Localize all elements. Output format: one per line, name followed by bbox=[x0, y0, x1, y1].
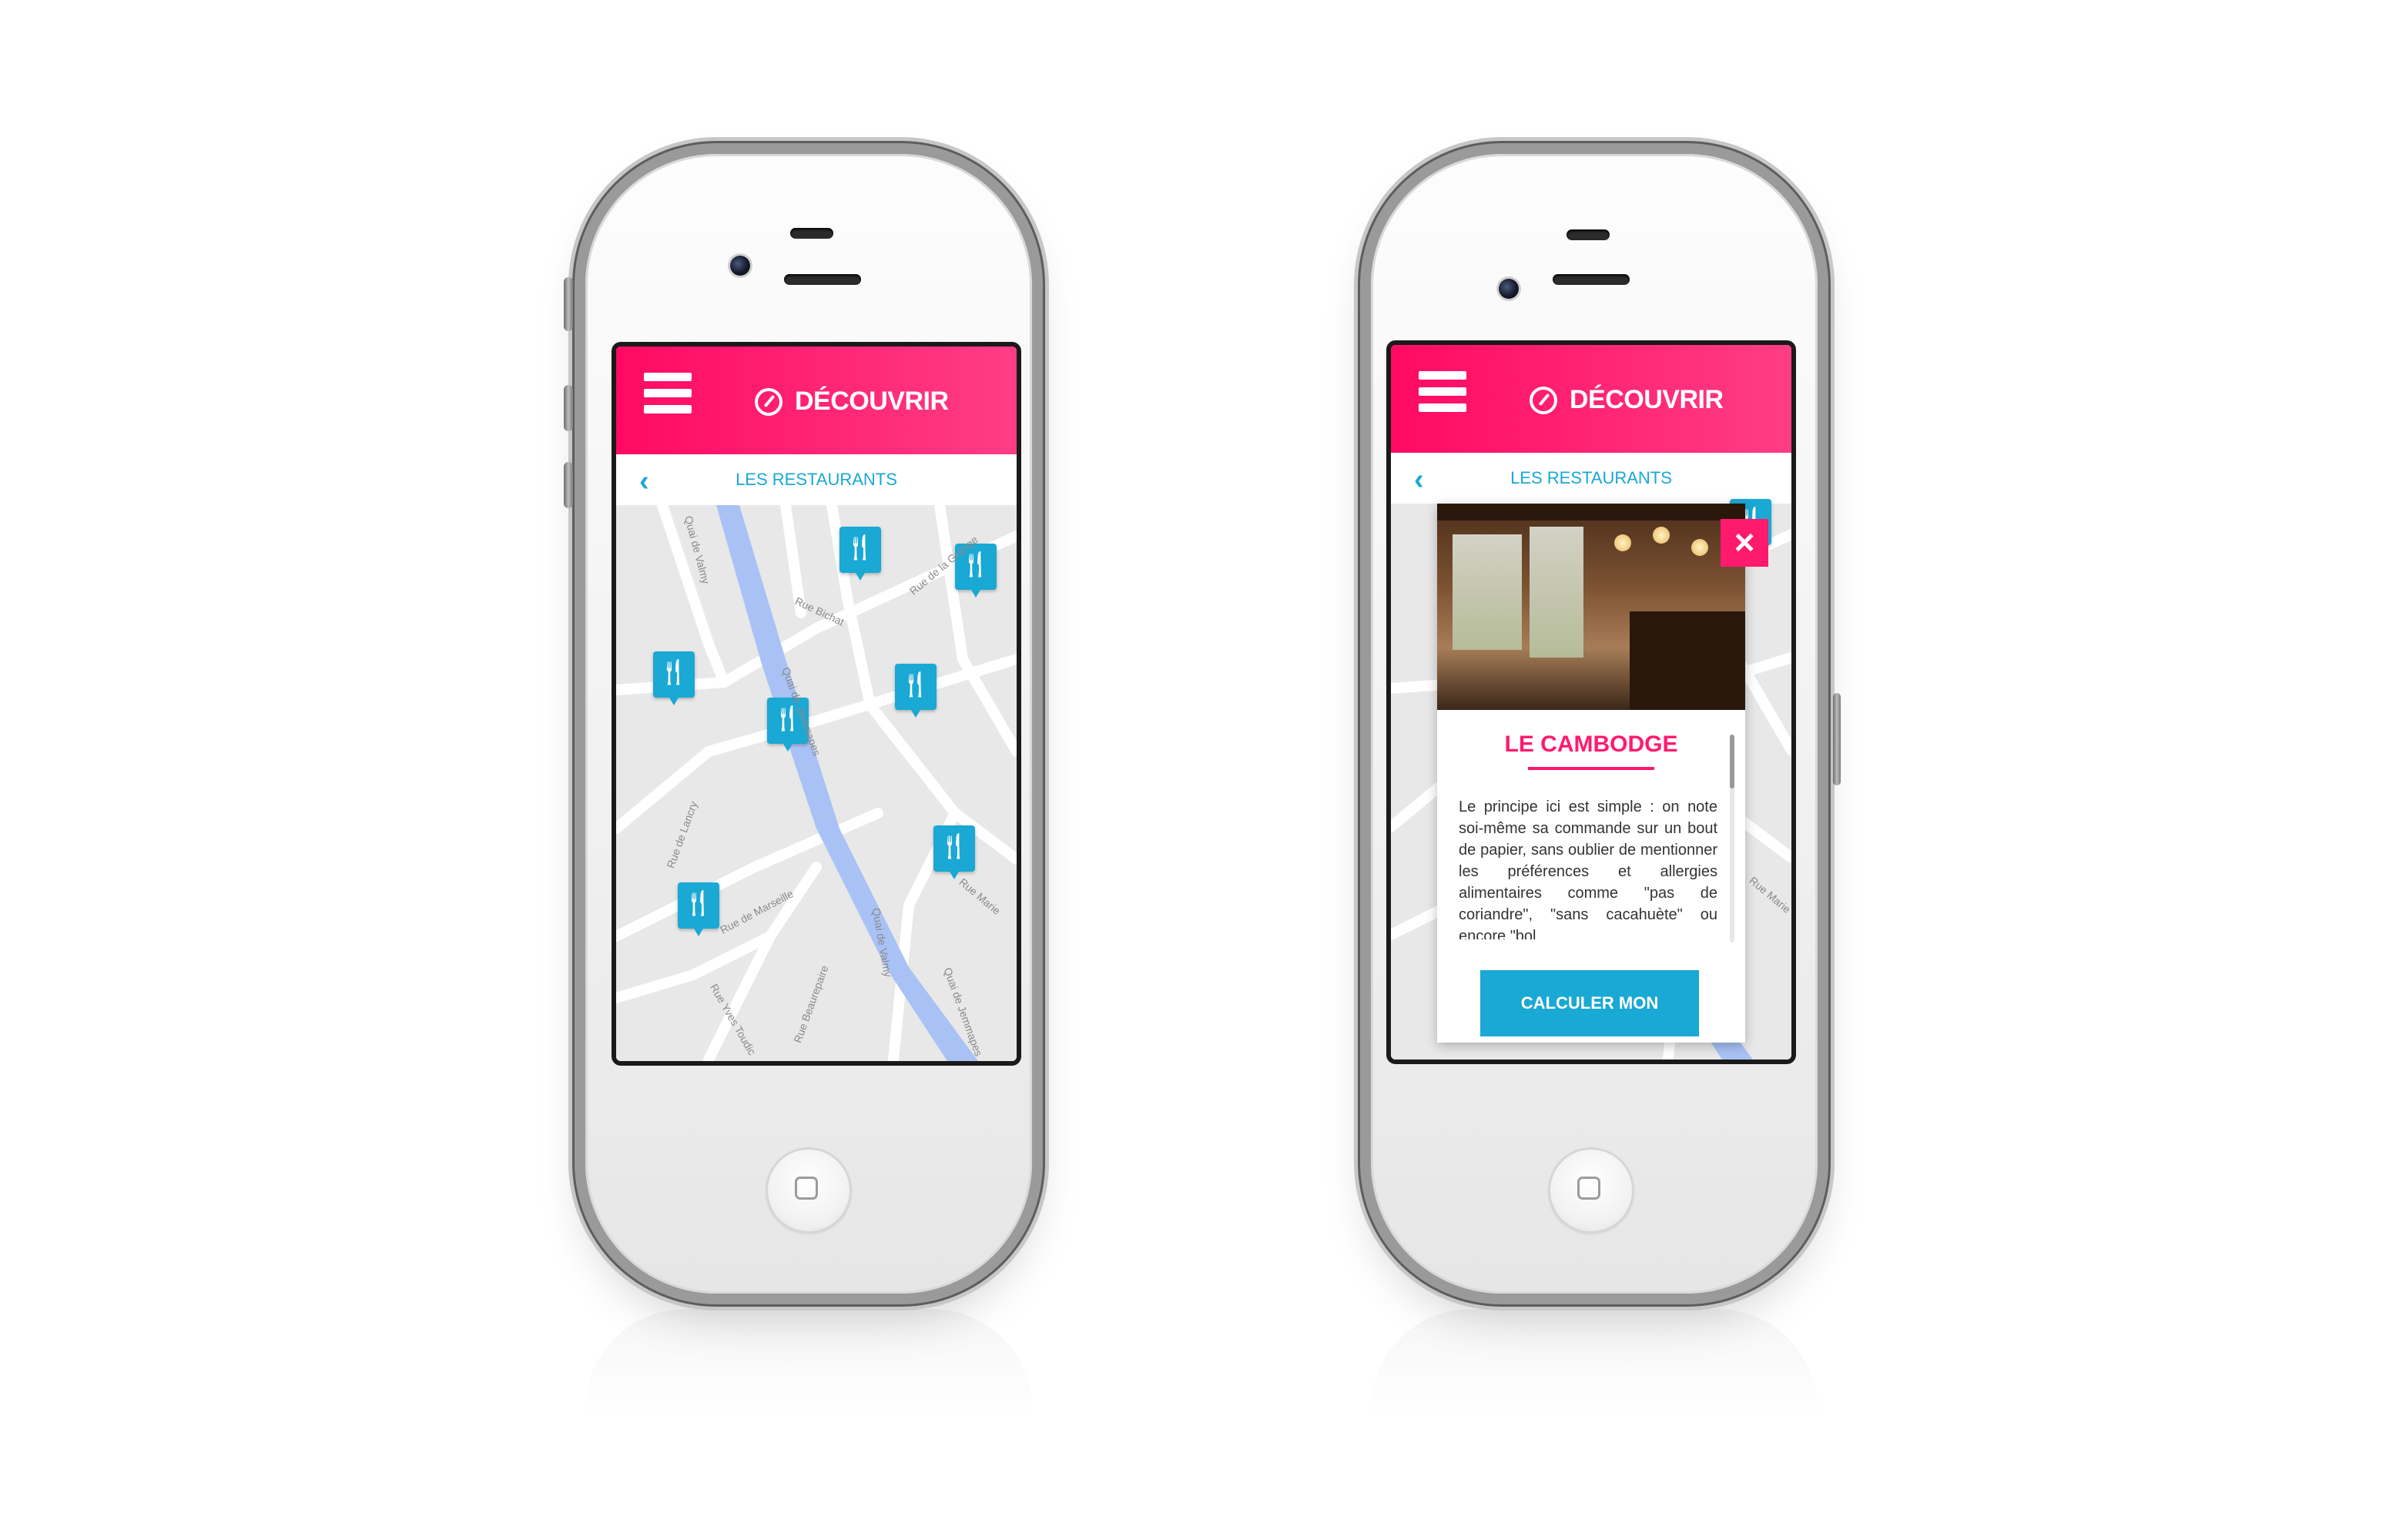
earpiece-speaker-grille bbox=[784, 274, 861, 285]
page-title: DÉCOUVRIR bbox=[795, 387, 949, 416]
photo-lamp bbox=[1653, 527, 1670, 544]
sub-bar: ‹ LES RESTAURANTS bbox=[1391, 453, 1791, 505]
compass-icon bbox=[1530, 386, 1557, 414]
close-icon[interactable]: × bbox=[1721, 519, 1768, 567]
name-underline bbox=[1528, 767, 1654, 770]
restaurant-photo bbox=[1437, 504, 1745, 710]
photo-beam bbox=[1437, 504, 1745, 521]
front-camera bbox=[1499, 279, 1519, 299]
restaurant-marker[interactable] bbox=[653, 651, 695, 705]
home-square-icon bbox=[795, 1177, 818, 1200]
map[interactable]: Rue Bichat Quai de Jemmapes Rue de la Gr… bbox=[616, 505, 1017, 1061]
brand: DÉCOUVRIR bbox=[755, 387, 949, 417]
restaurant-marker[interactable] bbox=[895, 664, 937, 718]
home-button[interactable] bbox=[1548, 1147, 1634, 1234]
sub-bar: ‹ LES RESTAURANTS bbox=[616, 454, 1017, 507]
screen-right: DÉCOUVRIR ‹ LES RESTAURANTS 🍴 Rue Marie … bbox=[1391, 345, 1791, 1060]
compass-icon bbox=[755, 387, 782, 416]
earpiece-speaker-grille bbox=[1553, 274, 1630, 285]
screen-left: DÉCOUVRIR ‹ LES RESTAURANTS 🍴 🍴 🍴 🍴 🍴 🍴 … bbox=[616, 346, 1017, 1061]
photo-bar-counter bbox=[1630, 611, 1745, 710]
restaurant-marker[interactable] bbox=[933, 825, 975, 879]
section-label: LES RESTAURANTS bbox=[1510, 468, 1672, 487]
home-square-icon bbox=[1577, 1177, 1600, 1200]
restaurant-marker[interactable] bbox=[678, 882, 719, 936]
photo-lamp bbox=[1691, 539, 1708, 556]
home-button[interactable] bbox=[766, 1147, 852, 1234]
front-camera bbox=[730, 256, 750, 276]
phone-right-reflection bbox=[1371, 1309, 1818, 1509]
volume-down-button bbox=[564, 462, 573, 508]
description-scrollbar[interactable] bbox=[1730, 735, 1734, 942]
top-bar: DÉCOUVRIR bbox=[616, 346, 1017, 454]
phone-left-reflection bbox=[585, 1309, 1032, 1509]
mute-switch bbox=[564, 277, 573, 331]
scrollbar-thumb[interactable] bbox=[1730, 735, 1734, 788]
restaurant-description: Le principe ici est simple : on note soi… bbox=[1459, 798, 1717, 939]
restaurant-card: × LE CAMBODGE Le principe ici est simple… bbox=[1437, 504, 1768, 1043]
calculate-route-button[interactable]: CALCULER MON ITINÉRAIRE bbox=[1480, 970, 1699, 1036]
phone-left: DÉCOUVRIR ‹ LES RESTAURANTS 🍴 🍴 🍴 🍴 🍴 🍴 … bbox=[564, 154, 1032, 1509]
app-left: DÉCOUVRIR ‹ LES RESTAURANTS 🍴 🍴 🍴 🍴 🍴 🍴 … bbox=[616, 346, 1017, 1061]
photo-lamp bbox=[1614, 534, 1631, 551]
page-title: DÉCOUVRIR bbox=[1570, 385, 1724, 414]
sleep-button bbox=[1833, 693, 1841, 785]
brand: DÉCOUVRIR bbox=[1530, 385, 1724, 415]
volume-up-button bbox=[564, 385, 573, 431]
restaurant-marker[interactable] bbox=[839, 527, 881, 581]
phone-right: DÉCOUVRIR ‹ LES RESTAURANTS 🍴 Rue Marie … bbox=[1371, 154, 1841, 1509]
top-bar: DÉCOUVRIR bbox=[1391, 345, 1791, 453]
earpiece-speaker bbox=[1567, 229, 1610, 240]
restaurant-name: LE CAMBODGE bbox=[1504, 732, 1678, 757]
photo-window bbox=[1530, 527, 1583, 658]
earpiece-speaker bbox=[790, 228, 833, 239]
app-right: DÉCOUVRIR ‹ LES RESTAURANTS 🍴 Rue Marie … bbox=[1391, 345, 1791, 1060]
hamburger-icon[interactable] bbox=[1419, 371, 1466, 425]
photo-window bbox=[1453, 534, 1522, 650]
section-label: LES RESTAURANTS bbox=[736, 470, 897, 489]
hamburger-icon[interactable] bbox=[644, 373, 692, 427]
